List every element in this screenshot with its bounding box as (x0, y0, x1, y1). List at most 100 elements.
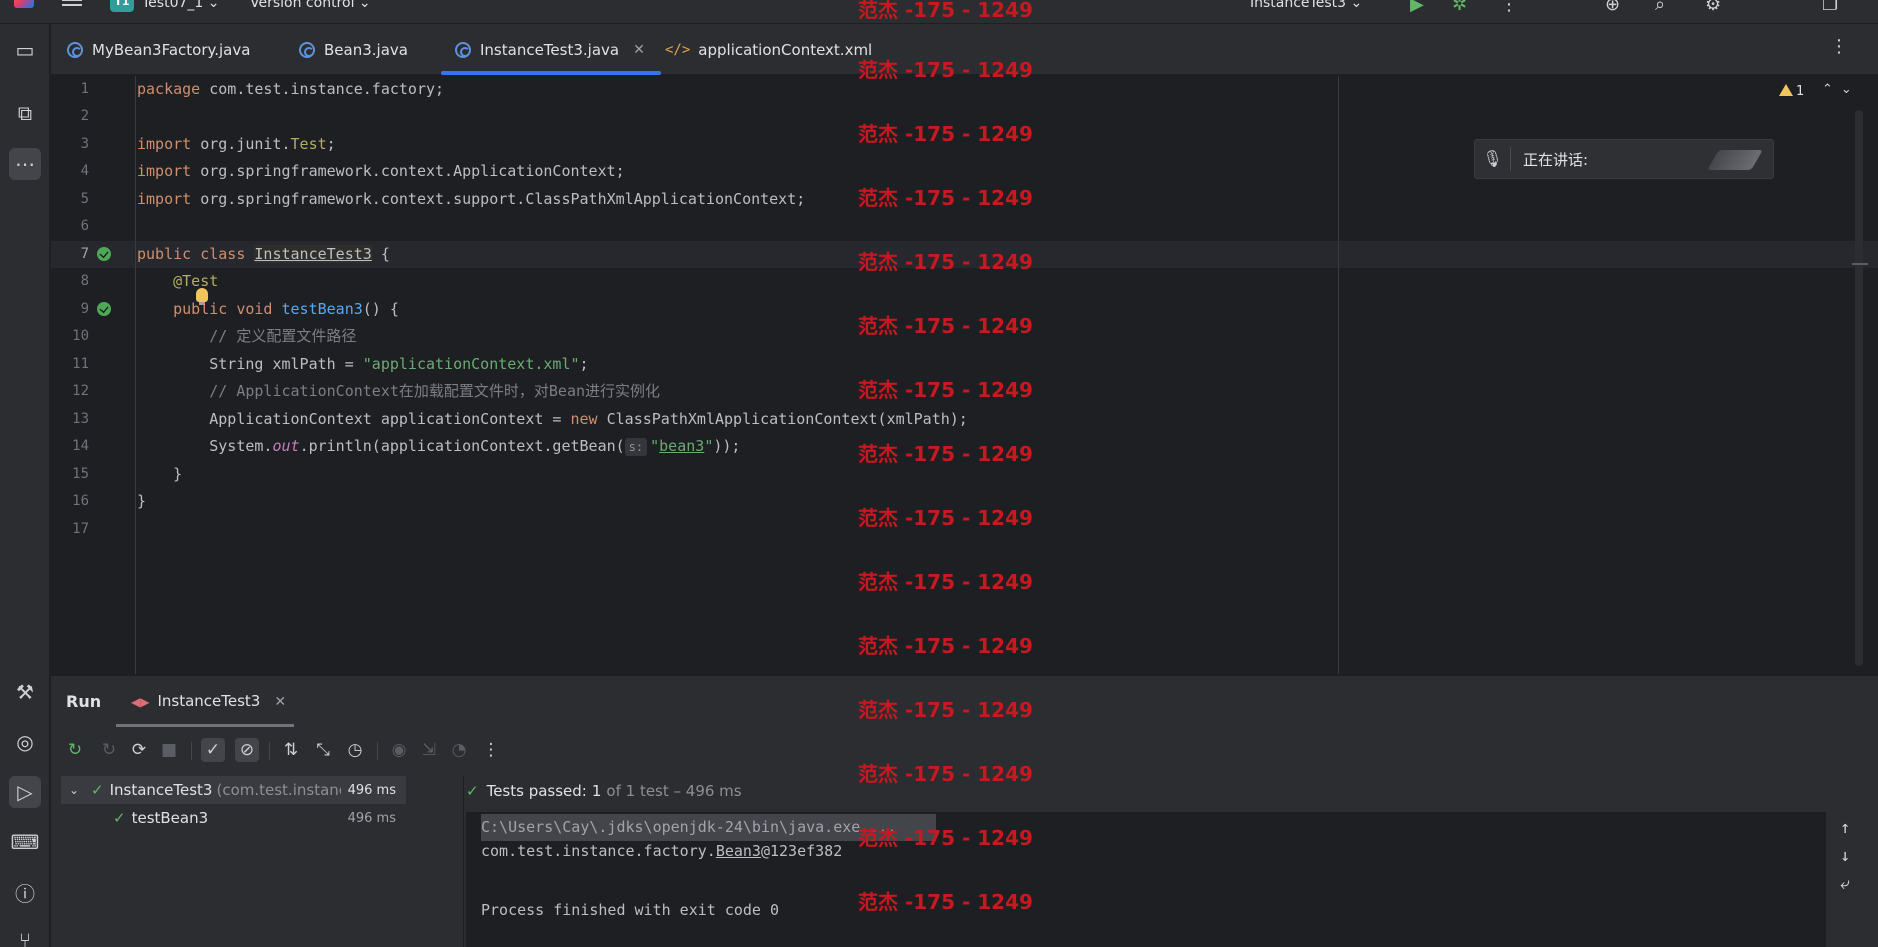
more-actions-icon[interactable]: ⋮ (1500, 0, 1518, 15)
import-icon[interactable]: ⇲ (417, 738, 441, 762)
console-output[interactable]: C:\Users\Cay\.jdks\openjdk-24\bin\java.e… (466, 812, 1871, 947)
toggle-auto-test-icon[interactable]: ⟳ (127, 738, 151, 762)
editor-scrollbar[interactable] (1855, 110, 1863, 666)
run-config-selector[interactable]: InstanceTest3 ⌄ (1250, 0, 1362, 11)
watermark: 范杰 -175 - 1249 (858, 506, 1033, 530)
tab-label: MyBean3Factory.java (92, 40, 251, 59)
history-clock-icon[interactable]: ◷ (343, 738, 367, 762)
tab-bean3[interactable]: Bean3.java (299, 24, 408, 75)
line-number: 17 (72, 521, 89, 537)
tree-row-class[interactable]: ⌄ ✓ InstanceTest3 (com.test.instance.fac… (61, 776, 406, 804)
tab-applicationcontext-xml[interactable]: </> applicationContext.xml (665, 24, 872, 75)
run-panel-title: Run (66, 692, 102, 711)
code-line: } (137, 492, 147, 510)
code-line: import org.springframework.context.suppo… (137, 190, 806, 208)
search-icon[interactable]: ⌕ (1655, 0, 1665, 15)
tab-label: InstanceTest3.java (480, 40, 620, 59)
watermark: 范杰 -175 - 1249 (858, 570, 1033, 594)
settings-gear-icon[interactable]: ⚙ (1705, 0, 1721, 15)
panel-splitter[interactable] (463, 776, 464, 947)
check-icon: ✓ (91, 781, 104, 799)
close-icon[interactable]: ✕ (633, 42, 645, 58)
version-control-menu[interactable]: Version control ⌄ (250, 0, 371, 11)
problems-icon[interactable]: ⓘ (9, 876, 41, 908)
right-margin-guide (1338, 76, 1339, 674)
line-number: 13 (72, 411, 89, 427)
line-number: 3 (80, 136, 89, 152)
ide-logo-icon (14, 0, 34, 8)
debug-icon[interactable]: ✲ (1452, 0, 1467, 15)
run-tab-instancetest3[interactable]: ◀▶ InstanceTest3 ✕ (131, 692, 286, 710)
line-number: 12 (72, 383, 89, 399)
test-tree: ⌄ ✓ InstanceTest3 (com.test.instance.fac… (61, 776, 406, 947)
toolbar-separator (377, 742, 378, 760)
code-line: import org.springframework.context.Appli… (137, 162, 625, 180)
warnings-count: 1 (1796, 84, 1805, 99)
parameter-hint: s: (624, 438, 648, 456)
java-class-icon (299, 41, 315, 58)
add-user-icon[interactable]: ⊕ (1605, 0, 1620, 15)
speaker-avatar (1707, 150, 1763, 170)
tree-row-method[interactable]: ✓ testBean3 496 ms (61, 804, 406, 832)
coverage-icon[interactable]: ◔ (447, 738, 471, 762)
arrow-up-icon[interactable]: ↑ (1840, 818, 1850, 838)
project-folder-icon[interactable]: ▭ (9, 34, 41, 66)
tab-instancetest3[interactable]: InstanceTest3.java ✕ (441, 24, 661, 75)
services-icon[interactable]: ◎ (9, 726, 41, 758)
console-exit-line: Process finished with exit code 0 (481, 901, 780, 919)
sort-icon[interactable]: ⇅ (279, 738, 303, 762)
watermark: 范杰 -175 - 1249 (858, 58, 1033, 82)
mic-muted-icon: 🎙 (1475, 147, 1511, 171)
line-gutter: 1 2 3 4 5 6 7 8 9 10 11 12 13 14 15 16 1… (51, 76, 135, 674)
chevron-up-icon[interactable]: ⌃ (1822, 82, 1841, 97)
collapse-icon[interactable]: ⤡ (311, 738, 335, 762)
project-badge[interactable]: T1 (110, 0, 134, 12)
camera-icon[interactable]: ◉ (387, 738, 411, 762)
terminal-icon[interactable]: ⌨ (9, 826, 41, 858)
highlight-nav[interactable]: ⌃⌄ (1822, 82, 1860, 97)
rerun-failed-icon[interactable]: ↻ (97, 738, 121, 762)
show-ignored-icon[interactable]: ⊘ (235, 738, 259, 762)
show-passed-icon[interactable]: ✓ (201, 738, 225, 762)
main-menu-icon[interactable] (62, 0, 82, 6)
watermark: 范杰 -175 - 1249 (858, 250, 1033, 274)
soft-wrap-icon[interactable]: ⤶ (1840, 874, 1850, 894)
build-hammer-icon[interactable]: ⚒ (9, 676, 41, 708)
chevron-down-icon[interactable]: ⌄ (1841, 82, 1860, 97)
run-test-gutter-icon[interactable] (97, 302, 111, 316)
window-icon[interactable]: ❐ (1822, 0, 1838, 15)
line-number: 8 (80, 273, 89, 289)
arrow-down-icon[interactable]: ↓ (1840, 846, 1850, 866)
structure-icon[interactable]: ⧉ (9, 97, 41, 129)
run-test-gutter-icon[interactable] (97, 247, 111, 261)
tab-mybean3factory[interactable]: MyBean3Factory.java (67, 24, 250, 75)
check-icon: ✓ (466, 782, 479, 800)
console-output-line: com.test.instance.factory.Bean3@123ef382 (481, 842, 843, 860)
console-side-toolbar: ↑ ↓ ⤶ (1826, 812, 1871, 947)
stop-icon[interactable]: ■ (157, 738, 181, 762)
line-number: 2 (80, 108, 89, 124)
close-icon[interactable]: ✕ (274, 694, 286, 710)
line-number: 1 (80, 81, 89, 97)
watermark: 范杰 -175 - 1249 (858, 826, 1033, 850)
rerun-icon[interactable]: ↻ (63, 738, 87, 762)
gutter-divider (135, 76, 136, 674)
more-options-icon[interactable]: ⋮ (479, 738, 503, 762)
line-number: 11 (72, 356, 89, 372)
warnings-indicator[interactable]: 1 (1779, 84, 1804, 99)
project-name[interactable]: Test07_1 ⌄ (142, 0, 219, 11)
xml-file-icon: </> (665, 41, 691, 58)
active-run-tab-indicator (116, 724, 294, 727)
more-tools-icon[interactable]: ⋯ (9, 148, 41, 180)
line-number: 14 (72, 438, 89, 454)
run-icon[interactable]: ▶ (1410, 0, 1424, 15)
git-icon[interactable]: ⑂ (9, 924, 41, 947)
run-tool-icon[interactable]: ▷ (9, 776, 41, 808)
test-run-icon: ◀▶ (131, 695, 150, 709)
chevron-down-icon[interactable]: ⌄ (69, 783, 83, 797)
tab-options-icon[interactable]: ⋮ (1830, 36, 1848, 57)
java-class-icon (67, 41, 83, 58)
test-method-name: testBean3 (131, 809, 209, 827)
test-duration: 496 ms (347, 782, 396, 798)
speaking-label: 正在讲话: (1523, 150, 1589, 169)
